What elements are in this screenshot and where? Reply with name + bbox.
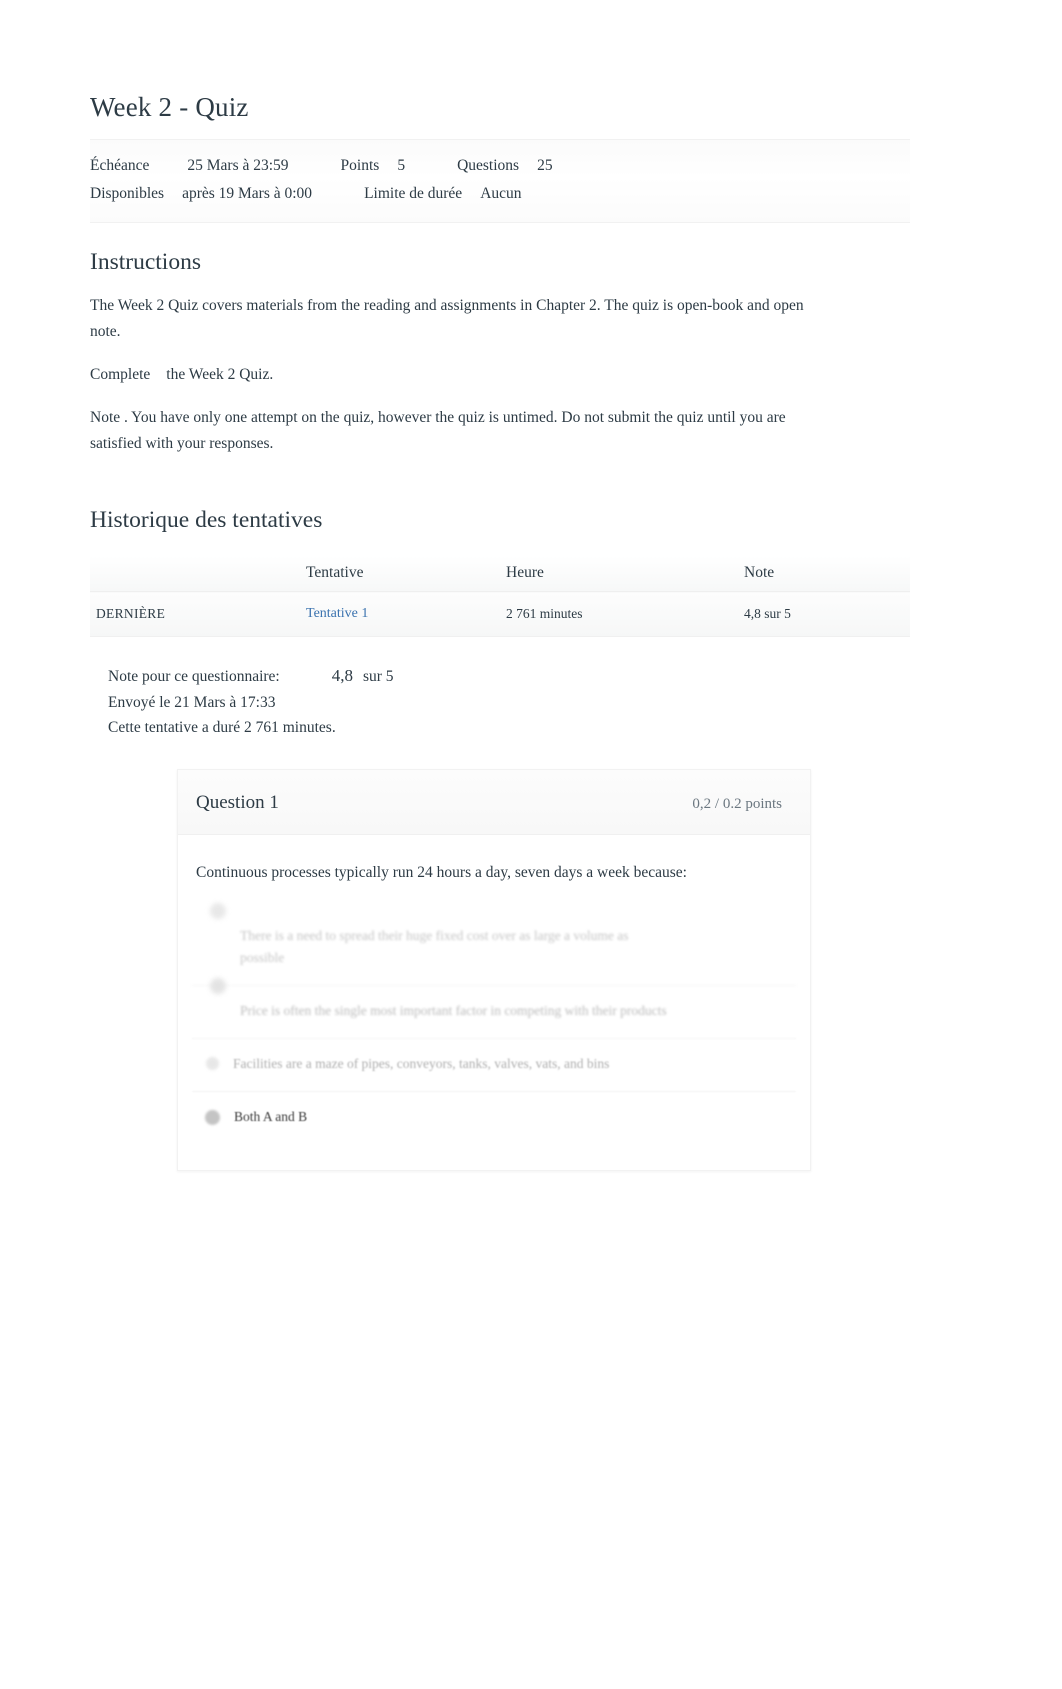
kept-badge: DERNIÈRE bbox=[96, 605, 166, 621]
radio-icon[interactable] bbox=[210, 977, 226, 994]
column-kept bbox=[90, 556, 306, 592]
column-attempt: Tentative bbox=[306, 556, 506, 592]
quiz-score-value: 4,8 bbox=[331, 666, 353, 685]
instructions-complete-word: Complete bbox=[90, 366, 151, 383]
score-summary: Note pour ce questionnaire: 4,8 sur 5 Envo… bbox=[90, 663, 910, 741]
quiz-page: Week 2 - Quiz Échéance 25 Mars à 23:59 Poi… bbox=[90, 0, 910, 1171]
answer-option-b[interactable]: Price is often the single most important… bbox=[192, 977, 796, 1038]
time-limit-value: Aucun bbox=[480, 185, 522, 202]
quiz-score-label: Note pour ce questionnaire: bbox=[108, 668, 280, 685]
column-score: Note bbox=[744, 556, 910, 592]
question-card: Question 1 0,2 / 0.2 points Continuous p… bbox=[177, 768, 811, 1171]
instructions-paragraph-3: Note . You have only one attempt on the … bbox=[90, 409, 786, 452]
attempt-history-table: Tentative Heure Note DERNIÈRE Tentative … bbox=[90, 556, 910, 637]
points-label: Points bbox=[340, 157, 380, 174]
answer-option-a-label: There is a need to spread their huge fix… bbox=[240, 927, 629, 965]
instructions-body: The Week 2 Quiz covers materials from th… bbox=[90, 293, 825, 457]
instructions-heading: Instructions bbox=[90, 249, 201, 275]
due-label: Échéance bbox=[90, 157, 150, 174]
available-label: Disponibles bbox=[90, 185, 165, 202]
instructions-complete-rest: the Week 2 Quiz. bbox=[166, 366, 274, 383]
question-header: Question 1 0,2 / 0.2 points bbox=[178, 769, 810, 835]
attempt-history-heading: Historique des tentatives bbox=[90, 507, 323, 533]
radio-icon[interactable] bbox=[210, 902, 226, 919]
answer-option-a[interactable]: There is a need to spread their huge fix… bbox=[192, 902, 796, 985]
answer-option-c-label: Facilities are a maze of pipes, conveyor… bbox=[233, 1055, 610, 1071]
answer-option-b-label: Price is often the single most important… bbox=[240, 1002, 667, 1018]
duration-line: Cette tentative a duré 2 761 minutes. bbox=[108, 719, 336, 736]
answer-list: There is a need to spread their huge fix… bbox=[178, 893, 810, 1170]
submitted-line: Envoyé le 21 Mars à 17:33 bbox=[108, 693, 276, 711]
question-text: Continuous processes typically run 24 ho… bbox=[196, 863, 687, 881]
available-value: après 19 Mars à 0:00 bbox=[182, 185, 313, 202]
attempt-score: 4,8 sur 5 bbox=[744, 591, 910, 637]
time-limit-label: Limite de durée bbox=[364, 185, 463, 202]
quiz-meta-row-1: Échéance 25 Mars à 23:59 Points 5 Questions 2… bbox=[90, 152, 910, 180]
question-name: Question 1 bbox=[196, 791, 279, 813]
attempt-history-table-wrap: Tentative Heure Note DERNIÈRE Tentative … bbox=[90, 556, 910, 637]
quiz-meta-row-2: Disponibles après 19 Mars à 0:00 Limite de… bbox=[90, 180, 910, 208]
answer-option-d-label: Both A and B bbox=[234, 1108, 308, 1124]
answer-option-d[interactable]: Both A and B bbox=[192, 1090, 796, 1144]
radio-icon-selected[interactable] bbox=[205, 1109, 220, 1125]
column-time: Heure bbox=[506, 556, 744, 592]
quiz-score-line: Note pour ce questionnaire: 4,8 sur 5 bbox=[108, 663, 910, 690]
attempt-time: 2 761 minutes bbox=[506, 591, 744, 637]
questions-label: Questions bbox=[457, 157, 520, 174]
questions-value: 25 bbox=[537, 157, 553, 174]
table-header-row: Tentative Heure Note bbox=[90, 556, 910, 592]
radio-icon[interactable] bbox=[206, 1056, 219, 1070]
table-row: DERNIÈRE Tentative 1 2 761 minutes 4,8 s… bbox=[90, 591, 910, 637]
quiz-score-out-of: sur 5 bbox=[362, 668, 394, 685]
quiz-meta-band: Échéance 25 Mars à 23:59 Points 5 Questions 2… bbox=[90, 139, 910, 223]
due-value: 25 Mars à 23:59 bbox=[187, 157, 289, 174]
answer-option-c[interactable]: Facilities are a maze of pipes, conveyor… bbox=[192, 1037, 796, 1091]
instructions-paragraph-1: The Week 2 Quiz covers materials from th… bbox=[90, 297, 804, 340]
page-title: Week 2 - Quiz bbox=[90, 92, 249, 122]
question-points: 0,2 / 0.2 points bbox=[692, 795, 782, 812]
instructions-paragraph-2: Complete the Week 2 Quiz. bbox=[90, 362, 825, 388]
attempt-link[interactable]: Tentative 1 bbox=[306, 606, 368, 621]
points-value: 5 bbox=[397, 157, 406, 174]
